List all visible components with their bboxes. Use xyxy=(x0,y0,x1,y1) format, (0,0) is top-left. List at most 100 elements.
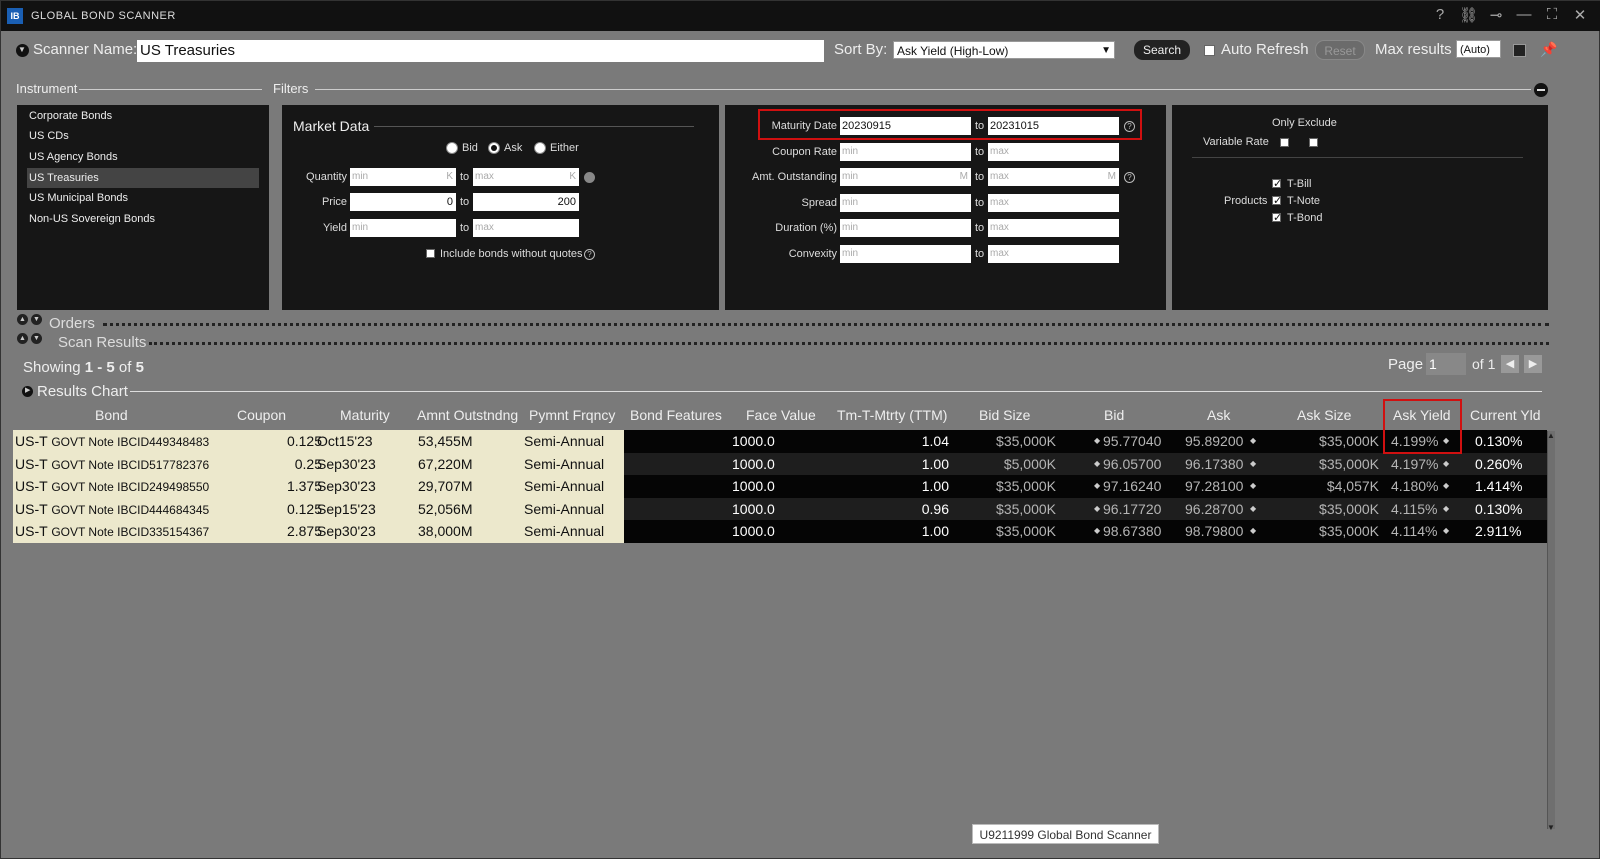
save-icon[interactable] xyxy=(1513,44,1526,57)
help-icon[interactable]: ? xyxy=(1431,6,1449,24)
duration-max-input[interactable]: max xyxy=(988,219,1119,237)
instrument-item-us-agency-bonds[interactable]: US Agency Bonds xyxy=(27,147,259,167)
cell-ttm[interactable]: 1.00 xyxy=(899,453,949,476)
pin-yellow-icon[interactable]: 📌 xyxy=(1540,41,1557,58)
cell-bid-size[interactable]: $35,000K xyxy=(976,520,1056,543)
variable-rate-only-checkbox[interactable] xyxy=(1280,138,1289,147)
cell-bid-size[interactable]: $35,000K xyxy=(976,498,1056,521)
expand-up-icon[interactable]: ▲ xyxy=(17,314,28,325)
cell-face[interactable]: 1000.0 xyxy=(732,475,792,498)
cell-freq[interactable]: Semi-Annual xyxy=(524,453,624,476)
page-input[interactable]: 1 xyxy=(1426,353,1466,375)
prev-page-icon[interactable]: ◀ xyxy=(1501,355,1519,373)
cell-amount[interactable]: 38,000M xyxy=(418,520,498,543)
reset-button[interactable]: Reset xyxy=(1315,40,1365,60)
cell-ttm[interactable]: 1.00 xyxy=(899,520,949,543)
cell-bond[interactable]: US-T GOVT Note IBCID449348483 xyxy=(15,430,209,453)
expand-down-icon[interactable]: ▼ xyxy=(31,333,42,344)
results-scrollbar[interactable] xyxy=(1547,431,1555,829)
col-header-amount-outstanding[interactable]: Amnt Outstndng xyxy=(417,407,518,423)
cell-current-yld[interactable]: 2.911% xyxy=(1475,520,1535,543)
cell-coupon[interactable]: 2.875 xyxy=(252,520,322,543)
price-min-input[interactable]: 0 xyxy=(350,193,456,211)
ask-radio[interactable] xyxy=(488,142,500,154)
t-bill-checkbox[interactable] xyxy=(1272,177,1282,190)
yield-min-input[interactable]: min xyxy=(350,219,456,237)
cell-coupon[interactable]: 1.375 xyxy=(252,475,322,498)
cell-bid-size[interactable]: $5,000K xyxy=(976,453,1056,476)
price-max-input[interactable]: 200 xyxy=(473,193,579,211)
expand-down-icon[interactable]: ▼ xyxy=(31,314,42,325)
remove-filter-icon[interactable] xyxy=(1534,83,1548,97)
cell-ask-yield[interactable]: 4.197% xyxy=(1391,453,1451,476)
cell-bid-size[interactable]: $35,000K xyxy=(976,430,1056,453)
cell-ask-size[interactable]: $4,057K xyxy=(1299,475,1379,498)
cell-ask-size[interactable]: $35,000K xyxy=(1299,520,1379,543)
coupon-max-input[interactable]: max xyxy=(988,143,1119,161)
variable-rate-exclude-checkbox[interactable] xyxy=(1309,138,1318,147)
bid-radio[interactable] xyxy=(446,142,458,154)
cell-bond[interactable]: US-T GOVT Note IBCID335154367 xyxy=(15,520,209,543)
cell-bid[interactable]: 96.17720 xyxy=(1103,498,1173,521)
cell-maturity[interactable]: Sep30'23 xyxy=(317,453,397,476)
col-header-bond[interactable]: Bond xyxy=(95,407,128,423)
col-header-face-value[interactable]: Face Value xyxy=(746,407,816,423)
spread-min-input[interactable]: min xyxy=(840,194,971,212)
max-results-select[interactable]: (Auto) xyxy=(1456,40,1501,58)
col-header-bid[interactable]: Bid xyxy=(1104,407,1124,423)
table-row[interactable]: US-T GOVT Note IBCID249498550 1.375 Sep30'… xyxy=(13,475,1547,498)
t-note-checkbox[interactable] xyxy=(1272,194,1282,207)
info-dot-icon[interactable] xyxy=(584,172,595,183)
cell-ask[interactable]: 96.17380 xyxy=(1185,453,1255,476)
yield-max-input[interactable]: max xyxy=(473,219,579,237)
cell-amount[interactable]: 67,220M xyxy=(418,453,498,476)
instrument-item-us-treasuries[interactable]: US Treasuries xyxy=(27,168,259,188)
cell-coupon[interactable]: 0.125 xyxy=(252,498,322,521)
cell-bid[interactable]: 95.77040 xyxy=(1103,430,1173,453)
coupon-min-input[interactable]: min xyxy=(840,143,971,161)
collapse-toggle-icon[interactable]: ▼ xyxy=(16,44,29,57)
cell-current-yld[interactable]: 1.414% xyxy=(1475,475,1535,498)
amt-min-input[interactable]: min M xyxy=(840,168,971,186)
expand-up-icon[interactable]: ▲ xyxy=(17,333,28,344)
cell-ask-size[interactable]: $35,000K xyxy=(1299,453,1379,476)
cell-amount[interactable]: 29,707M xyxy=(418,475,498,498)
col-header-current-yield[interactable]: Current Yld xyxy=(1470,407,1541,423)
cell-ask-size[interactable]: $35,000K xyxy=(1299,430,1379,453)
col-header-bid-size[interactable]: Bid Size xyxy=(979,407,1030,423)
help-icon[interactable]: ? xyxy=(584,249,595,260)
auto-refresh-checkbox[interactable] xyxy=(1204,45,1215,56)
scan-results-section-title[interactable]: Scan Results xyxy=(58,334,146,351)
include-without-quotes-checkbox[interactable] xyxy=(426,249,435,258)
cell-current-yld[interactable]: 0.130% xyxy=(1475,430,1535,453)
table-row[interactable]: US-T GOVT Note IBCID335154367 2.875 Sep30'… xyxy=(13,520,1547,543)
instrument-item-corporate-bonds[interactable]: Corporate Bonds xyxy=(27,106,259,126)
results-chart-title[interactable]: Results Chart xyxy=(37,383,128,400)
cell-face[interactable]: 1000.0 xyxy=(732,498,792,521)
scroll-down-icon[interactable]: ▼ xyxy=(1547,823,1555,832)
cell-amount[interactable]: 52,056M xyxy=(418,498,498,521)
cell-freq[interactable]: Semi-Annual xyxy=(524,498,624,521)
pin-icon[interactable]: ⊸ xyxy=(1487,6,1505,24)
cell-ttm[interactable]: 1.00 xyxy=(899,475,949,498)
cell-ask-yield[interactable]: 4.115% xyxy=(1391,498,1451,521)
cell-bid[interactable]: 97.16240 xyxy=(1103,475,1173,498)
cell-current-yld[interactable]: 0.260% xyxy=(1475,453,1535,476)
table-row[interactable]: US-T GOVT Note IBCID449348483 0.125 Oct15'… xyxy=(13,430,1547,453)
cell-ask[interactable]: 96.28700 xyxy=(1185,498,1255,521)
cell-bond[interactable]: US-T GOVT Note IBCID249498550 xyxy=(15,475,209,498)
cell-current-yld[interactable]: 0.130% xyxy=(1475,498,1535,521)
scroll-up-icon[interactable]: ▲ xyxy=(1547,431,1555,440)
help-icon[interactable]: ? xyxy=(1124,172,1135,183)
col-header-payment-frequency[interactable]: Pymnt Frqncy xyxy=(529,407,615,423)
cell-bid-size[interactable]: $35,000K xyxy=(976,475,1056,498)
spread-max-input[interactable]: max xyxy=(988,194,1119,212)
cell-freq[interactable]: Semi-Annual xyxy=(524,520,624,543)
cell-face[interactable]: 1000.0 xyxy=(732,520,792,543)
cell-face[interactable]: 1000.0 xyxy=(732,453,792,476)
cell-ask-size[interactable]: $35,000K xyxy=(1299,498,1379,521)
cell-coupon[interactable]: 0.25 xyxy=(252,453,322,476)
close-icon[interactable]: ✕ xyxy=(1571,6,1589,24)
cell-ttm[interactable]: 0.96 xyxy=(899,498,949,521)
cell-amount[interactable]: 53,455M xyxy=(418,430,498,453)
